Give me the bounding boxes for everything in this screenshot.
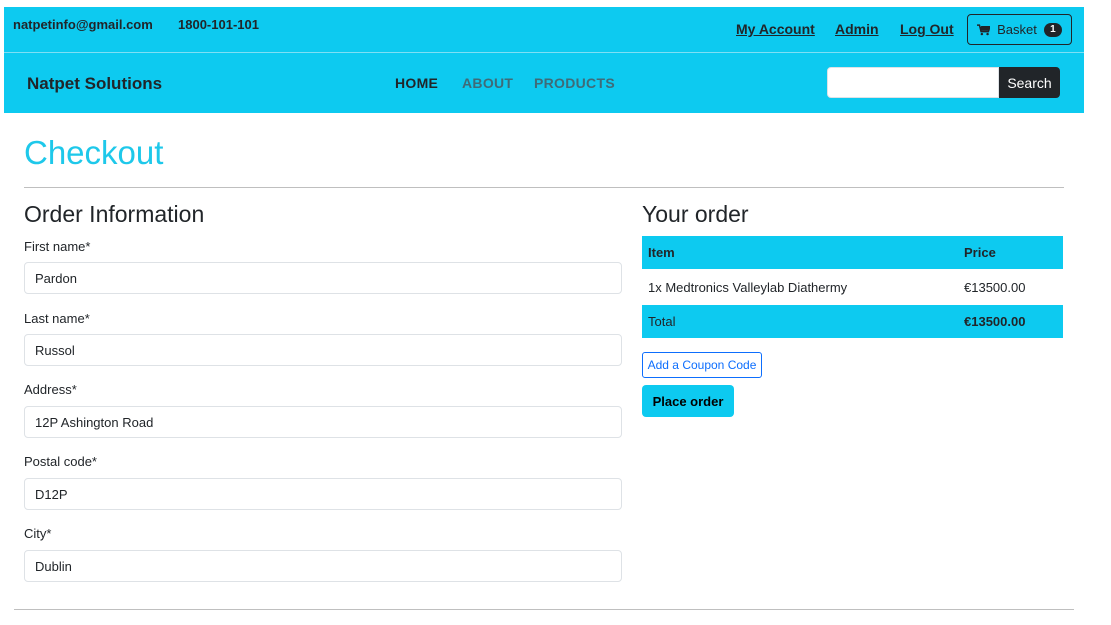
basket-count-badge: 1 <box>1043 22 1062 37</box>
nav-home[interactable]: HOME <box>395 75 438 91</box>
admin-link[interactable]: Admin <box>835 21 879 37</box>
cart-icon <box>977 23 991 35</box>
city-field[interactable] <box>24 550 622 582</box>
total-value: €13500.00 <box>964 314 1026 329</box>
order-item-price: €13500.00 <box>964 279 1026 295</box>
basket-button[interactable]: Basket 1 <box>967 14 1072 45</box>
contact-phone: 1800-101-101 <box>178 17 259 32</box>
search-input[interactable] <box>827 67 999 98</box>
divider <box>24 187 1064 188</box>
order-table-header: Item Price <box>642 236 1063 269</box>
order-item-name: 1x Medtronics Valleylab Diathermy <box>648 279 848 295</box>
first-name-field[interactable] <box>24 262 622 294</box>
brand-logo[interactable]: Natpet Solutions <box>27 74 162 94</box>
contact-email: natpetinfo@gmail.com <box>13 17 153 32</box>
table-row: 1x Medtronics Valleylab Diathermy €13500… <box>642 269 1063 305</box>
total-row: Total €13500.00 <box>642 305 1063 338</box>
last-name-label: Last name* <box>24 311 90 326</box>
total-label: Total <box>648 314 676 329</box>
logout-link[interactable]: Log Out <box>900 21 954 37</box>
price-column-header: Price <box>964 245 996 260</box>
my-account-link[interactable]: My Account <box>736 21 815 37</box>
nav-about[interactable]: ABOUT <box>462 75 513 91</box>
top-bar: natpetinfo@gmail.com 1800-101-101 My Acc… <box>4 7 1084 53</box>
last-name-field[interactable] <box>24 334 622 366</box>
search-button[interactable]: Search <box>999 67 1060 98</box>
add-coupon-button[interactable]: Add a Coupon Code <box>642 352 762 378</box>
item-column-header: Item <box>648 245 675 260</box>
order-information-title: Order Information <box>24 201 205 227</box>
nav-products[interactable]: PRODUCTS <box>534 75 615 91</box>
page-title: Checkout <box>24 134 164 171</box>
footer-divider <box>14 609 1074 610</box>
order-table: Item Price 1x Medtronics Valleylab Diath… <box>642 236 1063 338</box>
postal-code-field[interactable] <box>24 478 622 510</box>
first-name-label: First name* <box>24 239 91 254</box>
address-label: Address* <box>24 382 77 397</box>
basket-label: Basket <box>997 22 1037 37</box>
place-order-button[interactable]: Place order <box>642 385 734 417</box>
city-label: City* <box>24 526 52 541</box>
main-navbar: Natpet Solutions HOME ABOUT PRODUCTS Sea… <box>4 53 1084 113</box>
your-order-title: Your order <box>642 201 749 227</box>
postal-code-label: Postal code* <box>24 454 97 469</box>
address-field[interactable] <box>24 406 622 438</box>
